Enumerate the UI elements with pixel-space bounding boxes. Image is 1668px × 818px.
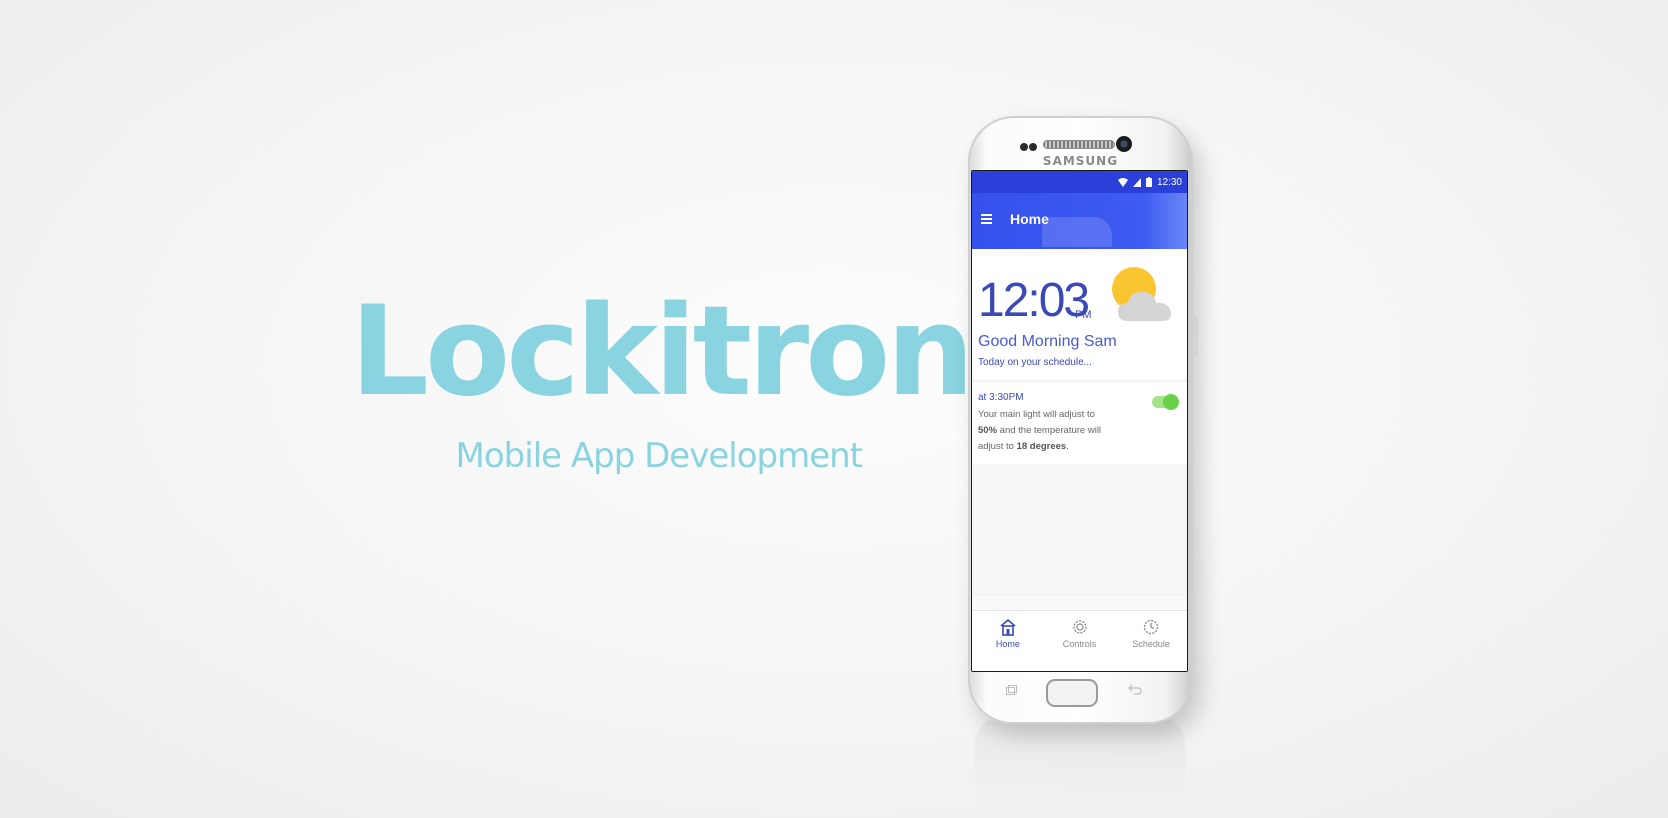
recent-apps-icon[interactable]: [1006, 685, 1017, 695]
clock-ampm: PM: [1075, 309, 1092, 321]
toggle-knob: [1163, 394, 1179, 410]
back-icon[interactable]: [1128, 683, 1142, 695]
app-bar-title: Home: [1010, 211, 1049, 227]
bottom-nav: Home Controls Schedule: [972, 610, 1187, 671]
clock-gear-icon: [1143, 619, 1159, 635]
nav-label-controls: Controls: [1062, 639, 1097, 649]
partly-cloudy-icon: [1112, 267, 1171, 321]
greeting-text: Good Morning Sam: [978, 333, 1117, 350]
status-bar: 12:30: [972, 171, 1187, 193]
app-bar: Home: [972, 193, 1187, 249]
schedule-intro-text: Today on your schedule...: [978, 357, 1092, 368]
phone-reflection: [975, 715, 1185, 815]
nav-item-home[interactable]: Home: [972, 611, 1044, 671]
gear-icon: [1072, 620, 1087, 634]
hero-subtitle: Mobile App Development: [455, 436, 863, 476]
schedule-time: at 3:30PM: [978, 392, 1024, 403]
temperature-value: 18 degrees: [1016, 441, 1067, 452]
light-sensor: [1029, 143, 1037, 151]
nav-label-home: Home: [995, 639, 1020, 649]
proximity-sensor: [1020, 143, 1028, 151]
signal-icon: [1132, 177, 1141, 187]
phone-brand-label: SAMSUNG: [1042, 154, 1119, 168]
battery-icon: [1145, 177, 1152, 187]
schedule-description: Your main light will adjust to 50% and t…: [978, 409, 1102, 452]
phone-screen: 12:30 Home 12:03 PM Good Morning Sam Tod…: [971, 170, 1188, 672]
wifi-icon: [1117, 177, 1128, 187]
nav-label-schedule: Schedule: [1132, 639, 1170, 649]
phone-power-key: [1193, 316, 1198, 356]
status-bar-time: 12:30: [1156, 176, 1182, 188]
front-camera: [1116, 136, 1132, 152]
home-hardware-button[interactable]: [1046, 679, 1098, 707]
app-bar-decoration: [1042, 217, 1112, 247]
schedule-toggle[interactable]: [1152, 394, 1179, 410]
hero-title: Lockitron: [350, 280, 975, 424]
light-level-value: 50%: [978, 425, 998, 436]
nav-item-schedule[interactable]: Schedule: [1115, 611, 1187, 671]
hamburger-menu-icon[interactable]: [981, 214, 992, 224]
phone-device: SAMSUNG 12:30 Home 12:03 PM Good Morning…: [968, 116, 1198, 724]
earpiece-speaker: [1043, 140, 1115, 149]
content-empty-area: [972, 464, 1187, 596]
schedule-card[interactable]: at 3:30PM Your main light will adjust to…: [972, 381, 1187, 464]
nav-item-controls[interactable]: Controls: [1044, 611, 1116, 671]
home-card: 12:03 PM Good Morning Sam Today on your …: [972, 249, 1187, 379]
home-icon: [1000, 618, 1016, 636]
clock-time: 12:03: [978, 274, 1090, 327]
